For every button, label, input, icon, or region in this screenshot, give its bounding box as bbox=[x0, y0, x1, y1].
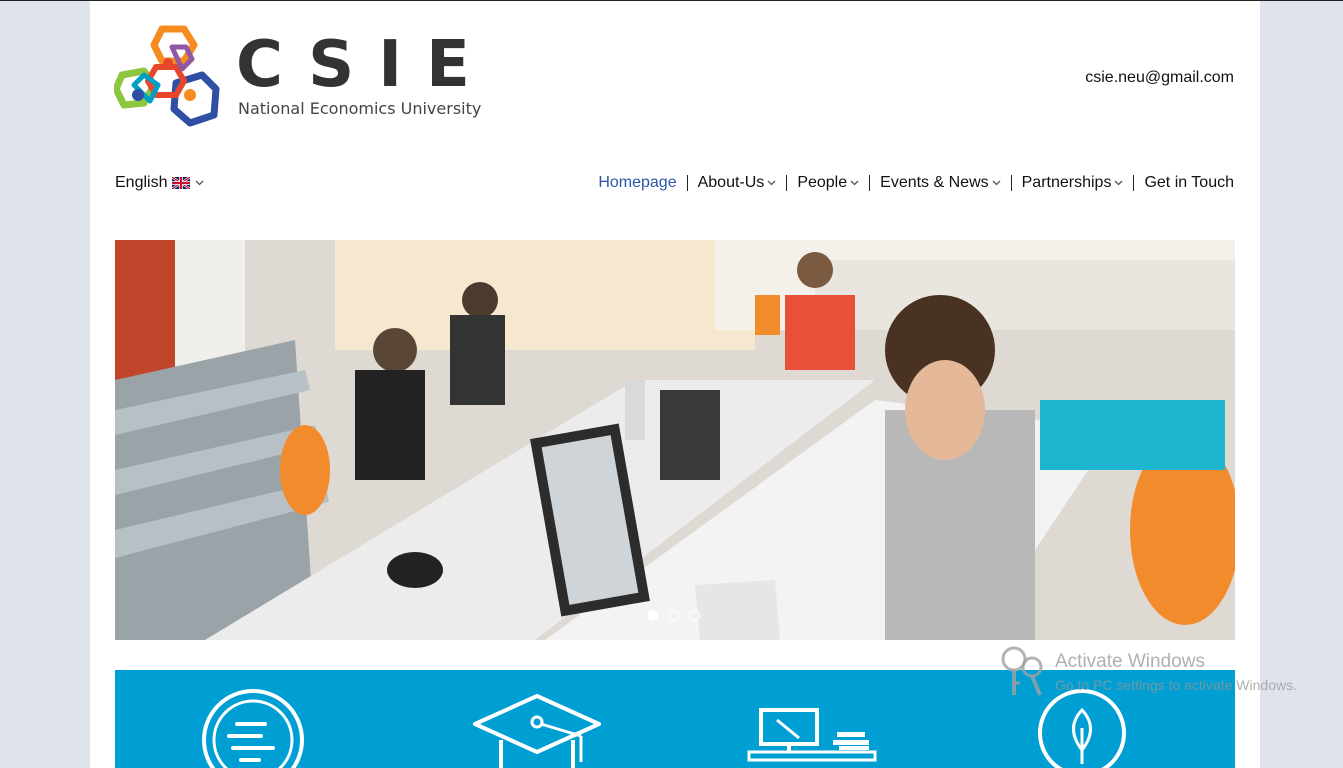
nav-item-label: Homepage bbox=[598, 174, 677, 191]
nav-item-events-news[interactable]: Events & News bbox=[870, 174, 1010, 192]
nav-item-label: Get in Touch bbox=[1144, 174, 1234, 191]
nav-item-homepage[interactable]: Homepage bbox=[588, 174, 686, 192]
chevron-down-icon bbox=[1114, 180, 1123, 186]
contact-email-link[interactable]: csie.neu@gmail.com bbox=[1085, 69, 1234, 87]
nav-item-people[interactable]: People bbox=[787, 174, 869, 192]
slider-dot-1[interactable] bbox=[647, 610, 658, 621]
hero-slider[interactable] bbox=[115, 240, 1235, 640]
nav-item-get-in-touch[interactable]: Get in Touch bbox=[1134, 174, 1234, 192]
brand-subtitle: National Economics University bbox=[238, 99, 482, 118]
watermark-subtitle: Go to PC settings to activate Windows. bbox=[1055, 677, 1297, 693]
watermark-title: Activate Windows bbox=[1055, 651, 1205, 672]
language-label: English bbox=[115, 174, 168, 191]
chevron-down-icon bbox=[767, 180, 776, 186]
nav-item-label: About-Us bbox=[697, 174, 765, 191]
text-lines-circle-icon[interactable] bbox=[201, 688, 305, 768]
csie-logo-icon bbox=[114, 25, 220, 127]
hero-image bbox=[115, 240, 1235, 640]
slider-dot-2[interactable] bbox=[668, 610, 679, 621]
computer-desk-icon[interactable] bbox=[747, 706, 877, 768]
nav-item-label: Events & News bbox=[880, 174, 989, 191]
nav-item-label: People bbox=[797, 174, 848, 191]
chevron-down-icon bbox=[196, 180, 204, 186]
main-nav: Homepage About-Us People Events & News P… bbox=[588, 174, 1234, 192]
uk-flag-icon bbox=[172, 177, 191, 189]
key-icon bbox=[1001, 646, 1043, 696]
site-logo[interactable]: CSIE National Economics University bbox=[114, 23, 484, 133]
chevron-down-icon bbox=[850, 180, 859, 186]
windows-activation-watermark: Activate Windows Go to PC settings to ac… bbox=[1000, 645, 1330, 705]
brand-name: CSIE bbox=[236, 28, 494, 102]
nav-item-label: Partnerships bbox=[1021, 174, 1112, 191]
nav-item-partnerships[interactable]: Partnerships bbox=[1012, 174, 1134, 192]
nav-item-about-us[interactable]: About-Us bbox=[688, 174, 787, 192]
language-selector[interactable]: English bbox=[115, 174, 204, 192]
chevron-down-icon bbox=[992, 180, 1001, 186]
slider-dot-3[interactable] bbox=[689, 610, 700, 621]
graduation-cap-icon[interactable] bbox=[471, 692, 603, 768]
slider-dots bbox=[647, 610, 700, 621]
